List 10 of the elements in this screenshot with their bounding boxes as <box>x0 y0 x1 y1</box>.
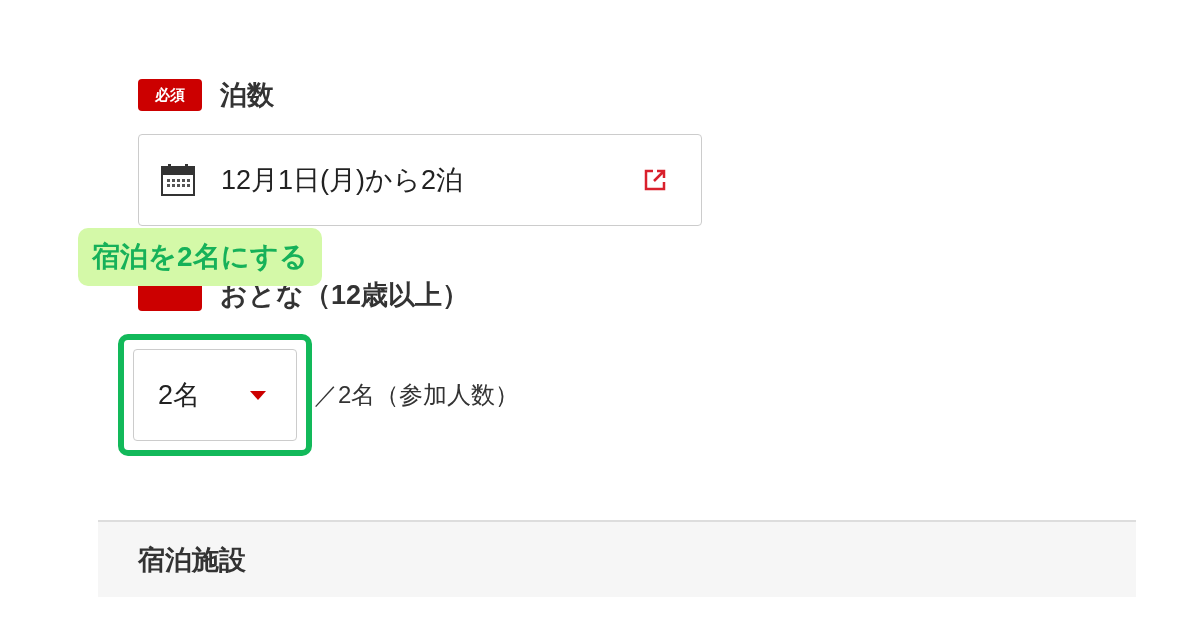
external-link-icon[interactable] <box>643 168 667 192</box>
section-title: 宿泊施設 <box>138 543 246 577</box>
participant-note: ／2名（参加人数） <box>314 380 520 410</box>
callout-label: 宿泊を2名にする <box>78 228 322 286</box>
caret-icon <box>250 390 266 400</box>
calendar-icon <box>161 164 195 196</box>
field-label: 泊数 <box>220 79 274 112</box>
count-select[interactable]: 2名 <box>133 349 297 441</box>
date-field[interactable]: 12月1日(月)から2泊 <box>138 134 702 226</box>
required-badge: 必須 <box>138 79 202 111</box>
